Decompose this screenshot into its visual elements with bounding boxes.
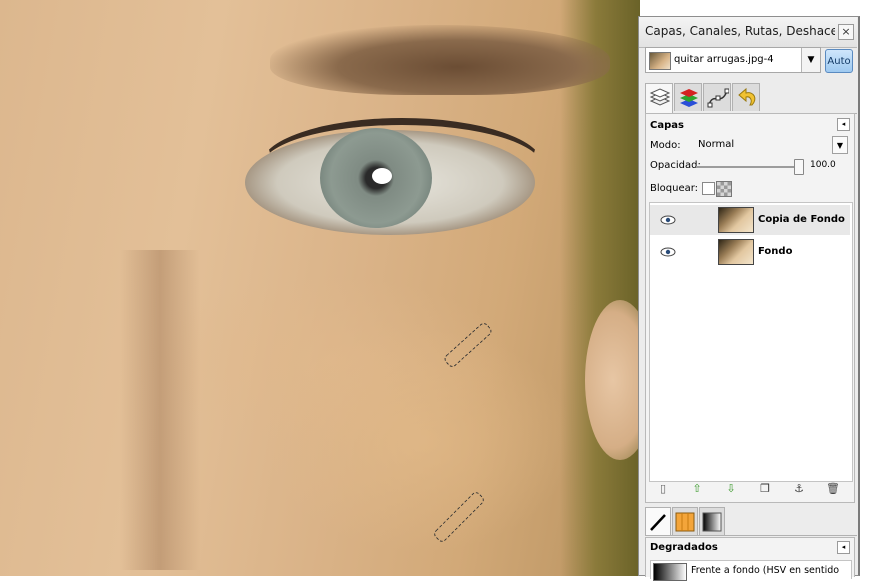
dock-panel: Capas, Canales, Rutas, Deshacer - ... × … (638, 16, 860, 581)
eye-icon[interactable] (660, 247, 676, 257)
gradient-name: Frente a fondo (HSV en sentido (691, 565, 840, 576)
undo-icon (738, 87, 756, 106)
layer-row[interactable]: Copia de Fondo (650, 205, 850, 235)
layer-buttons: ▯ ⇧ ⇩ ❐ ⚓ 🗑 (650, 482, 850, 498)
paths-icon (707, 88, 729, 108)
opacity-slider-track[interactable] (696, 166, 802, 168)
cheek-shadow (120, 250, 200, 570)
opacity-value[interactable]: 100.0 (810, 160, 836, 170)
layer-thumbnail (718, 207, 754, 233)
layer-row[interactable]: Fondo (650, 237, 850, 267)
image-selector[interactable]: quitar arrugas.jpg-4 ▼ (645, 47, 821, 73)
close-icon[interactable]: × (838, 24, 854, 40)
duplicate-layer-icon[interactable]: ❐ (758, 482, 772, 496)
selection-outline-2[interactable] (432, 490, 486, 544)
lock-label: Bloquear: (650, 183, 699, 194)
lower-layer-icon[interactable]: ⇩ (724, 482, 738, 496)
tab-layers[interactable] (645, 83, 673, 113)
eye-glint (372, 168, 392, 184)
layers-icon (649, 88, 671, 106)
panel-menu-icon[interactable]: ◂ (837, 541, 850, 554)
layer-list: Copia de Fondo Fondo (649, 202, 853, 482)
chevron-down-icon[interactable]: ▼ (801, 48, 820, 72)
delete-layer-icon[interactable]: 🗑 (826, 482, 840, 496)
opacity-slider-handle[interactable] (794, 159, 804, 175)
tab-gradients[interactable] (699, 507, 725, 535)
dock-title: Capas, Canales, Rutas, Deshacer - ... (645, 24, 835, 38)
gradient-list-item[interactable]: Frente a fondo (HSV en sentido (650, 560, 852, 581)
tab-paths[interactable] (703, 83, 731, 111)
selection-outline-1[interactable] (442, 321, 494, 369)
mode-value: Normal (698, 139, 735, 150)
lock-alpha-icon[interactable] (716, 181, 732, 197)
raise-layer-icon[interactable]: ⇧ (690, 482, 704, 496)
new-layer-icon[interactable]: ▯ (656, 482, 670, 496)
layer-name[interactable]: Fondo (758, 246, 792, 257)
image-canvas[interactable] (0, 0, 640, 576)
tab-channels[interactable] (674, 83, 702, 111)
brushes-icon (650, 514, 666, 531)
mode-select[interactable]: Normal ▼ (694, 136, 848, 154)
eye-icon[interactable] (660, 215, 676, 225)
tab-brushes[interactable] (645, 507, 671, 535)
bottom-dock-tabs (645, 507, 857, 536)
chevron-down-icon[interactable]: ▼ (832, 136, 848, 154)
opacity-label: Opacidad: (650, 160, 701, 171)
layers-panel-title: Capas (650, 120, 684, 131)
gradient-swatch (653, 563, 687, 581)
tab-undo[interactable] (732, 83, 760, 111)
layer-name[interactable]: Copia de Fondo (758, 214, 845, 225)
auto-button[interactable]: Auto (825, 49, 853, 73)
gradients-panel-title: Degradados (650, 542, 718, 553)
image-thumbnail (649, 52, 671, 70)
dock-titlebar[interactable]: Capas, Canales, Rutas, Deshacer - ... × (639, 17, 857, 48)
gradients-icon (702, 512, 722, 532)
dock-tabs (645, 83, 857, 114)
patterns-icon (675, 512, 695, 532)
channels-icon (680, 89, 698, 107)
anchor-layer-icon[interactable]: ⚓ (792, 482, 806, 496)
mode-label: Modo: (650, 140, 681, 151)
eyebrow (270, 25, 610, 95)
image-name: quitar arrugas.jpg-4 (674, 54, 774, 65)
layers-panel: Capas ◂ Modo: Normal ▼ Opacidad: 100.0 B… (645, 113, 855, 503)
tab-patterns[interactable] (672, 507, 698, 535)
layer-thumbnail (718, 239, 754, 265)
lock-pixels-checkbox[interactable] (702, 182, 715, 195)
panel-menu-icon[interactable]: ◂ (837, 118, 850, 131)
gradients-panel: Degradados ◂ Frente a fondo (HSV en sent… (645, 537, 855, 581)
